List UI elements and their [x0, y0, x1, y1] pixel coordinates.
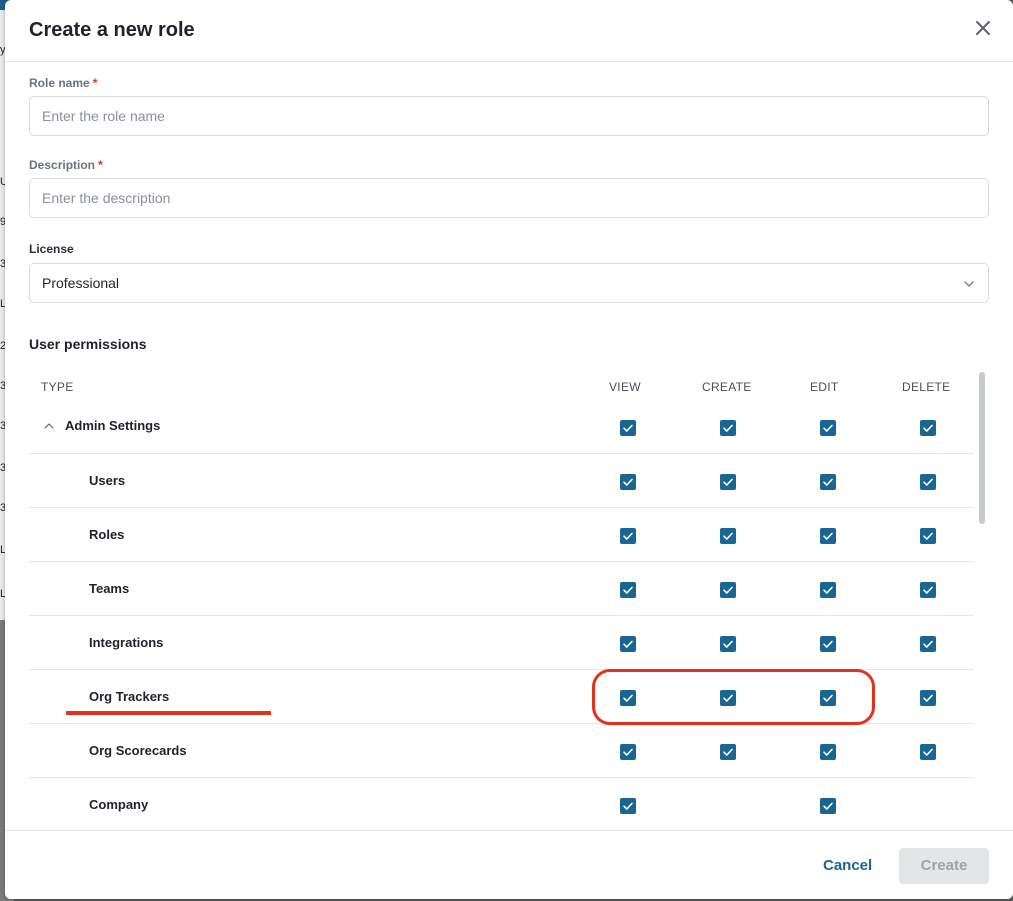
permission-row-name: Roles — [89, 527, 125, 542]
edit-checkbox[interactable] — [820, 528, 836, 544]
create-button[interactable]: Create — [899, 848, 989, 884]
view-checkbox[interactable] — [620, 528, 636, 544]
edit-checkbox[interactable] — [820, 636, 836, 652]
table-row: Roles — [29, 508, 974, 562]
chevron-up-icon[interactable] — [43, 420, 55, 432]
role-name-field[interactable] — [29, 96, 989, 136]
column-header-create: CREATE — [702, 380, 752, 394]
permission-row-name: Org Trackers — [89, 689, 170, 704]
required-mark: * — [92, 76, 98, 90]
column-header-edit: EDIT — [810, 380, 839, 394]
table-row: Company — [29, 778, 974, 830]
dialog-header: Create a new role — [5, 0, 1013, 62]
delete-checkbox[interactable] — [920, 420, 936, 436]
description-label: Description * — [29, 158, 103, 172]
user-permissions-heading: User permissions — [29, 336, 147, 352]
role-name-label-text: Role name — [29, 76, 90, 90]
required-mark: * — [98, 158, 103, 172]
create-checkbox[interactable] — [720, 528, 736, 544]
license-select[interactable]: Professional — [29, 263, 989, 303]
dialog-footer: Cancel Create — [5, 830, 1013, 899]
create-checkbox[interactable] — [720, 582, 736, 598]
edit-checkbox[interactable] — [820, 474, 836, 490]
permissions-table: TYPE VIEW CREATE EDIT DELETE Admin Setti… — [29, 366, 974, 830]
view-checkbox[interactable] — [620, 474, 636, 490]
column-header-view: VIEW — [609, 380, 641, 394]
table-row: Users — [29, 454, 974, 508]
permission-row-name: Users — [89, 473, 126, 488]
role-name-label: Role name * — [29, 76, 97, 90]
view-checkbox[interactable] — [620, 798, 636, 814]
edit-checkbox[interactable] — [820, 582, 836, 598]
view-checkbox[interactable] — [620, 420, 636, 436]
description-label-text: Description — [29, 158, 96, 172]
permission-row-name: Admin Settings — [65, 418, 161, 433]
permission-row-name: Integrations — [89, 635, 164, 650]
delete-checkbox[interactable] — [920, 474, 936, 490]
license-selected-value: Professional — [42, 275, 120, 291]
close-icon[interactable] — [971, 16, 995, 40]
create-checkbox[interactable] — [720, 474, 736, 490]
delete-checkbox[interactable] — [920, 636, 936, 652]
description-input[interactable] — [30, 179, 988, 217]
chevron-down-icon — [964, 281, 974, 287]
delete-checkbox[interactable] — [920, 528, 936, 544]
edit-checkbox[interactable] — [820, 798, 836, 814]
permission-row-name: Company — [89, 797, 149, 812]
edit-checkbox[interactable] — [820, 420, 836, 436]
permission-row-name: Org Scorecards — [89, 743, 187, 758]
table-row: Integrations — [29, 616, 974, 670]
permission-row-name: Teams — [89, 581, 130, 596]
annotation-highlight-oval — [592, 669, 875, 725]
column-header-type: TYPE — [41, 380, 74, 394]
table-header: TYPE VIEW CREATE EDIT DELETE — [29, 366, 974, 406]
create-checkbox[interactable] — [720, 420, 736, 436]
delete-checkbox[interactable] — [920, 582, 936, 598]
description-field[interactable] — [29, 178, 989, 218]
table-scrollbar-thumb[interactable] — [979, 372, 985, 524]
edit-checkbox[interactable] — [820, 744, 836, 760]
dialog-title: Create a new role — [29, 19, 195, 41]
delete-checkbox[interactable] — [920, 690, 936, 706]
create-checkbox[interactable] — [720, 744, 736, 760]
table-row: Org Scorecards — [29, 724, 974, 778]
create-role-dialog: Create a new role Role name* Description… — [5, 0, 1013, 899]
annotation-underline — [66, 711, 271, 715]
cancel-button[interactable]: Cancel — [823, 857, 872, 874]
create-checkbox[interactable] — [720, 636, 736, 652]
view-checkbox[interactable] — [620, 636, 636, 652]
table-row: Teams — [29, 562, 974, 616]
view-checkbox[interactable] — [620, 744, 636, 760]
delete-checkbox[interactable] — [920, 744, 936, 760]
table-row: Admin Settings — [29, 406, 974, 454]
role-name-input[interactable] — [30, 97, 988, 135]
view-checkbox[interactable] — [620, 582, 636, 598]
license-label: License — [29, 242, 74, 256]
column-header-delete: DELETE — [902, 380, 951, 394]
